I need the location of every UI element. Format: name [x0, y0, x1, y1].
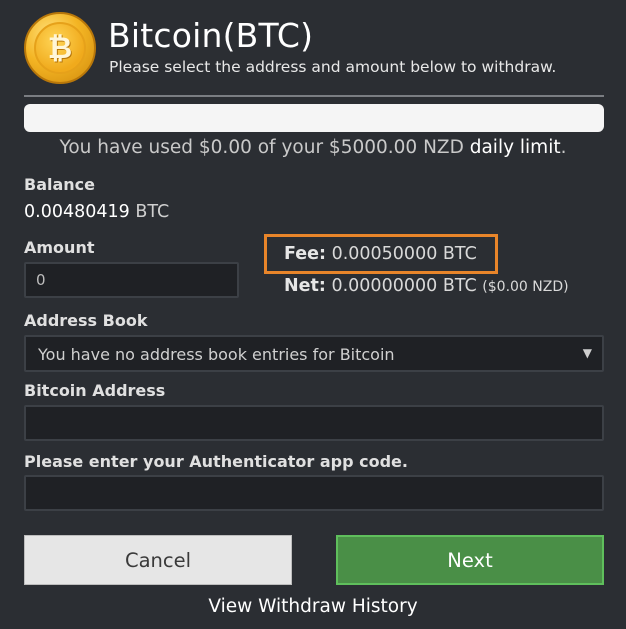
cancel-button[interactable]: Cancel	[24, 535, 292, 585]
bitcoin-address-label: Bitcoin Address	[24, 381, 166, 400]
net-fiat: ($0.00 NZD)	[482, 279, 569, 295]
net-amount: 0.00000000	[331, 276, 438, 296]
address-book-select[interactable]: You have no address book entries for Bit…	[24, 335, 604, 372]
bitcoin-logo-icon: ₿	[24, 12, 96, 84]
address-book-selected: You have no address book entries for Bit…	[38, 345, 395, 364]
fee-amount: 0.00050000	[331, 244, 438, 264]
header-divider	[24, 95, 604, 97]
view-withdraw-history-link[interactable]: View Withdraw History	[0, 596, 626, 617]
page-title: Bitcoin(BTC)	[108, 16, 314, 55]
net-unit: BTC	[442, 276, 477, 296]
next-button[interactable]: Next	[336, 535, 604, 585]
fee-label: Fee:	[284, 244, 326, 264]
daily-limit-link[interactable]: daily limit	[470, 137, 561, 158]
balance-value: 0.00480419 BTC	[24, 202, 169, 222]
daily-limit-text: You have used $0.00 of your $5000.00 NZD…	[0, 137, 626, 158]
auth-code-label: Please enter your Authenticator app code…	[24, 452, 408, 471]
net-label: Net:	[284, 276, 326, 296]
balance-amount: 0.00480419	[24, 202, 130, 222]
daily-limit-prefix: You have used $0.00 of your $5000.00 NZD	[59, 137, 470, 158]
address-book-label: Address Book	[24, 311, 148, 330]
daily-limit-progress-bar	[24, 104, 604, 132]
caret-down-icon: ▼	[582, 346, 592, 360]
balance-label: Balance	[24, 175, 95, 194]
bitcoin-address-input[interactable]	[24, 405, 604, 441]
fee-line: Fee: 0.00050000 BTC	[284, 244, 477, 264]
balance-unit: BTC	[135, 202, 170, 222]
header: ₿ Bitcoin(BTC) Please select the address…	[24, 12, 604, 88]
amount-label: Amount	[24, 238, 95, 257]
auth-code-input[interactable]	[24, 475, 604, 511]
net-line: Net: 0.00000000 BTC ($0.00 NZD)	[284, 276, 569, 296]
fee-unit: BTC	[442, 244, 477, 264]
daily-limit-suffix: .	[560, 137, 567, 158]
amount-input[interactable]	[24, 262, 239, 298]
page-subtitle: Please select the address and amount bel…	[109, 58, 557, 76]
